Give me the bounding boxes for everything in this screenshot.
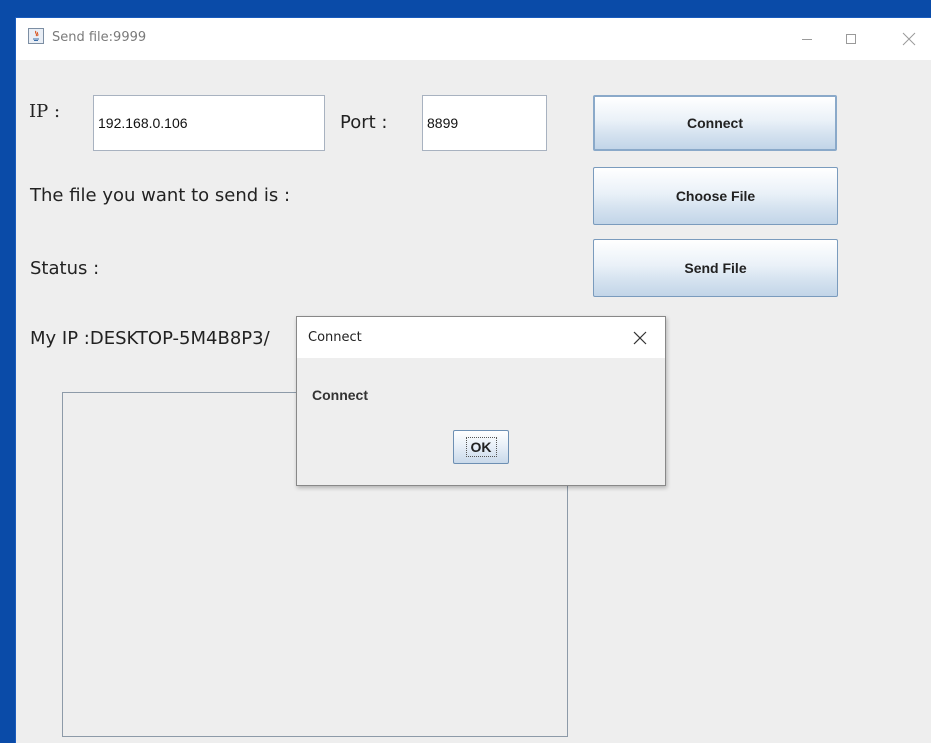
ok-button[interactable]: OK — [453, 430, 509, 464]
dialog-message: Connect — [312, 387, 368, 403]
ok-button-label: OK — [465, 437, 497, 457]
status-label: Status : — [30, 258, 100, 279]
dialog-close-button[interactable] — [625, 325, 655, 351]
file-label: The file you want to send is : — [30, 185, 291, 206]
dialog-title: Connect — [308, 330, 362, 345]
send-file-button[interactable]: Send File — [593, 239, 838, 297]
maximize-button[interactable] — [828, 24, 874, 54]
connect-dialog: Connect Connect OK — [296, 316, 666, 486]
java-app-icon — [28, 28, 44, 44]
maximize-icon — [846, 34, 856, 44]
close-icon — [633, 331, 647, 345]
ip-input[interactable] — [93, 95, 325, 151]
title-bar[interactable]: Send file:9999 — [16, 18, 931, 60]
port-label: Port : — [340, 112, 388, 133]
connect-button[interactable]: Connect — [593, 95, 837, 151]
dialog-title-bar[interactable]: Connect — [297, 317, 665, 358]
minimize-button[interactable] — [784, 24, 830, 54]
port-input[interactable] — [422, 95, 547, 151]
window-title: Send file:9999 — [52, 30, 147, 45]
close-button[interactable] — [886, 24, 931, 54]
close-icon — [902, 32, 916, 46]
choose-file-button[interactable]: Choose File — [593, 167, 838, 225]
ip-label: IP : — [29, 101, 61, 122]
my-ip-label: My IP :DESKTOP-5M4B8P3/ — [30, 328, 270, 349]
minimize-icon — [802, 39, 812, 40]
